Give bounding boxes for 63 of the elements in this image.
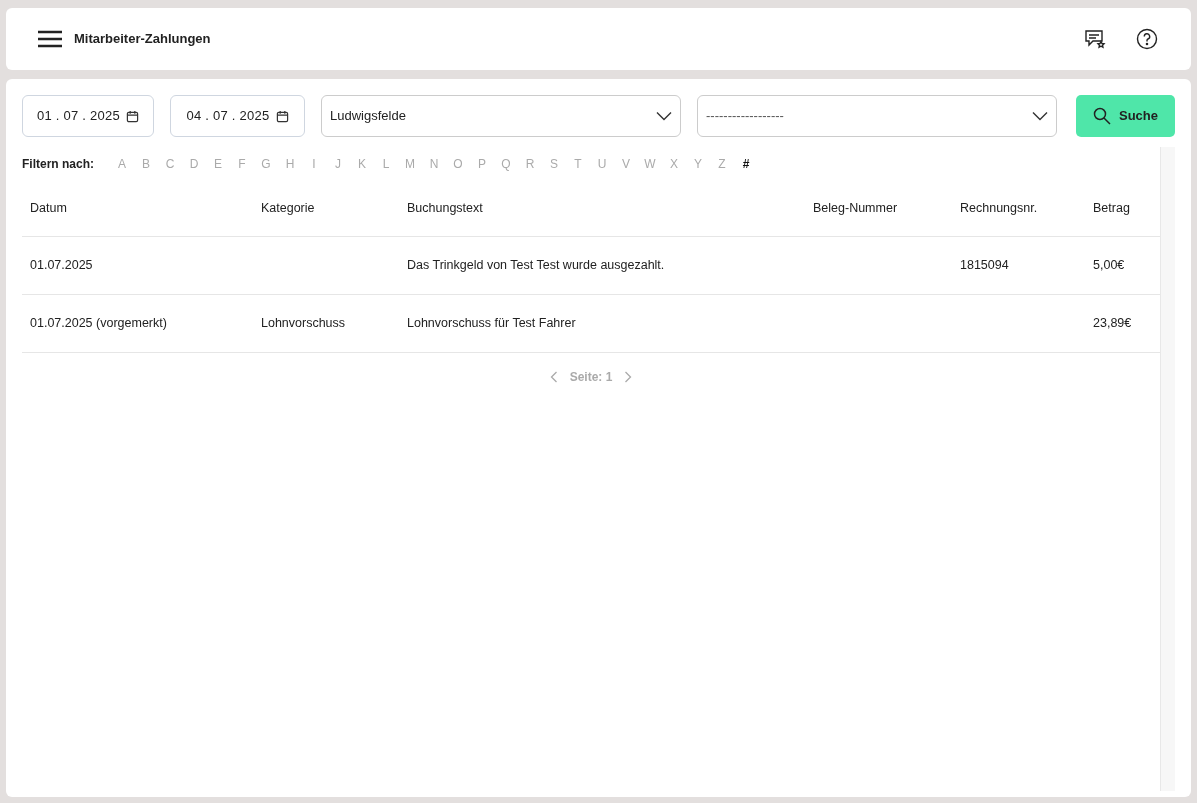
letter-filter[interactable]: A <box>110 155 134 173</box>
letter-filter[interactable]: S <box>542 155 566 173</box>
letter-filter[interactable]: V <box>614 155 638 173</box>
calendar-icon <box>275 109 289 123</box>
letter-filter[interactable]: I <box>302 155 326 173</box>
table-cell: Das Trinkgeld von Test Test wurde ausgezahlt. <box>407 258 665 273</box>
menu-button[interactable] <box>38 29 62 49</box>
column-header: Betrag <box>1092 200 1131 218</box>
letter-filter[interactable]: D <box>182 155 206 173</box>
chevron-right-icon <box>624 370 633 383</box>
letter-filter[interactable]: G <box>254 155 278 173</box>
letter-filter[interactable]: M <box>398 155 422 173</box>
column-header: Rechnungsnr. <box>959 200 1039 218</box>
letter-filter[interactable]: U <box>590 155 614 173</box>
column-header: Beleg-Nummer <box>812 200 899 218</box>
letter-filter[interactable]: T <box>566 155 590 173</box>
letter-filter[interactable]: C <box>158 155 182 173</box>
table-cell: 23,89€ <box>1093 316 1132 331</box>
search-button[interactable]: Suche <box>1076 95 1175 137</box>
table-cell: 01.07.2025 (vorgemerkt) <box>30 316 167 331</box>
letter-filter[interactable]: W <box>638 155 662 173</box>
letter-filter[interactable]: Z <box>710 155 734 173</box>
page-title: Mitarbeiter-Zahlungen <box>74 30 211 49</box>
chevron-down-icon <box>656 111 672 121</box>
letter-filter[interactable]: X <box>662 155 686 173</box>
letter-filter[interactable]: # <box>734 155 758 173</box>
table-cell: Lohnvorschuss für Test Fahrer <box>407 316 576 331</box>
feedback-button[interactable] <box>1083 27 1107 51</box>
filter-label: Filtern nach: <box>22 156 94 173</box>
table-cell: 01.07.2025 <box>30 258 93 273</box>
dropdown[interactable]: Ludwigsfelde <box>321 95 681 137</box>
help-icon <box>1136 28 1158 50</box>
scrollbar-track[interactable] <box>1160 147 1175 791</box>
letter-filter[interactable]: H <box>278 155 302 173</box>
letter-filter[interactable]: E <box>206 155 230 173</box>
menu-icon <box>38 30 62 48</box>
letter-filter[interactable]: Q <box>494 155 518 173</box>
help-button[interactable] <box>1135 27 1159 51</box>
letter-filter[interactable]: J <box>326 155 350 173</box>
column-header: Buchungstext <box>406 200 484 218</box>
letter-filter[interactable]: F <box>230 155 254 173</box>
calendar-icon <box>126 109 140 123</box>
letter-filter[interactable]: B <box>134 155 158 173</box>
table-cell: 1815094 <box>960 258 1009 273</box>
chat-star-icon <box>1084 29 1106 49</box>
letter-filter[interactable]: K <box>350 155 374 173</box>
chevron-left-icon <box>549 370 558 383</box>
column-header: Kategorie <box>260 200 316 218</box>
chevron-down-icon <box>1032 111 1048 121</box>
letter-filter[interactable]: P <box>470 155 494 173</box>
date-field[interactable]: 04 . 07 . 2025 <box>170 95 305 137</box>
letter-filter[interactable]: L <box>374 155 398 173</box>
column-header: Datum <box>29 200 68 218</box>
letter-filter[interactable]: Y <box>686 155 710 173</box>
dropdown[interactable]: ------------------ <box>697 95 1057 137</box>
table-cell: Lohnvorschuss <box>261 316 346 331</box>
date-field[interactable]: 01 . 07 . 2025 <box>22 95 154 137</box>
letter-filter[interactable]: R <box>518 155 542 173</box>
letter-filter[interactable]: N <box>422 155 446 173</box>
table-cell: 5,00€ <box>1093 258 1125 273</box>
letter-filter[interactable]: O <box>446 155 470 173</box>
page-indicator: Seite: 1 <box>569 368 613 386</box>
search-icon <box>1093 107 1111 125</box>
